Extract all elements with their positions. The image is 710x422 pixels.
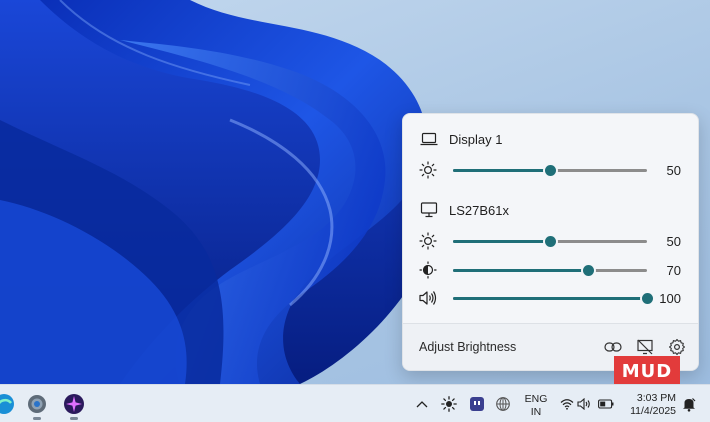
edge-icon[interactable]: [0, 390, 18, 418]
region-code: IN: [530, 406, 542, 418]
display-2-header: LS27B61x: [419, 200, 509, 220]
slider-thumb[interactable]: [544, 236, 556, 247]
contrast-value: 70: [666, 262, 681, 278]
presentation-icon[interactable]: [635, 338, 655, 356]
sun-icon: [417, 230, 439, 252]
brightness-tray-icon[interactable]: [440, 395, 458, 413]
system-clock[interactable]: 3:03 PM 11/4/2025: [620, 392, 676, 418]
chat-app-icon[interactable]: [468, 395, 486, 413]
bell-icon[interactable]: [680, 395, 698, 413]
slider-thumb[interactable]: [544, 165, 556, 176]
brightness-value: 50: [666, 233, 681, 249]
display-name: Display 1: [449, 131, 503, 147]
brightness-value: 50: [666, 162, 681, 178]
display-name: LS27B61x: [449, 202, 509, 218]
laptop-icon: [419, 130, 439, 148]
contrast-icon: [417, 259, 439, 281]
watermark-logo: MUD: [614, 356, 680, 386]
contrast-slider[interactable]: [453, 263, 647, 277]
volume-icon[interactable]: [576, 395, 594, 413]
speaker-icon: [417, 287, 439, 309]
input-language-indicator[interactable]: ENG IN: [522, 393, 550, 419]
sun-icon: [417, 159, 439, 181]
display-1-header: Display 1: [419, 129, 502, 149]
settings-app-icon[interactable]: [23, 390, 51, 420]
brightness-slider[interactable]: [453, 163, 647, 177]
globe-grid-icon[interactable]: [494, 395, 512, 413]
display-2-brightness-row: 50: [417, 230, 687, 252]
display-1-brightness-row: 50: [417, 159, 687, 181]
volume-slider[interactable]: [453, 291, 653, 305]
clock-time: 3:03 PM: [636, 392, 676, 404]
slider-thumb[interactable]: [583, 265, 595, 276]
brightness-flyout: Display 1 50 LS27B61x 50 70 100 Adjust B…: [402, 113, 699, 371]
chevron-up-icon[interactable]: [413, 395, 431, 413]
display-2-contrast-row: 70: [417, 259, 687, 281]
wifi-icon[interactable]: [558, 395, 576, 413]
star-app-icon[interactable]: [60, 390, 88, 420]
gear-icon[interactable]: [667, 338, 687, 356]
running-indicator: [70, 417, 78, 420]
link-icon[interactable]: [603, 338, 623, 356]
adjust-brightness-label: Adjust Brightness: [419, 340, 517, 354]
brightness-slider[interactable]: [453, 234, 647, 248]
language-code: ENG: [524, 393, 548, 405]
display-2-volume-row: 100: [417, 287, 687, 309]
taskbar: ENG IN 3:03 PM 11/4/2025: [0, 384, 710, 422]
clock-date: 11/4/2025: [630, 405, 676, 417]
monitor-icon: [419, 201, 439, 219]
watermark-text: MUD: [621, 360, 673, 382]
volume-value: 100: [659, 290, 681, 306]
battery-icon[interactable]: [597, 395, 615, 413]
running-indicator: [33, 417, 41, 420]
